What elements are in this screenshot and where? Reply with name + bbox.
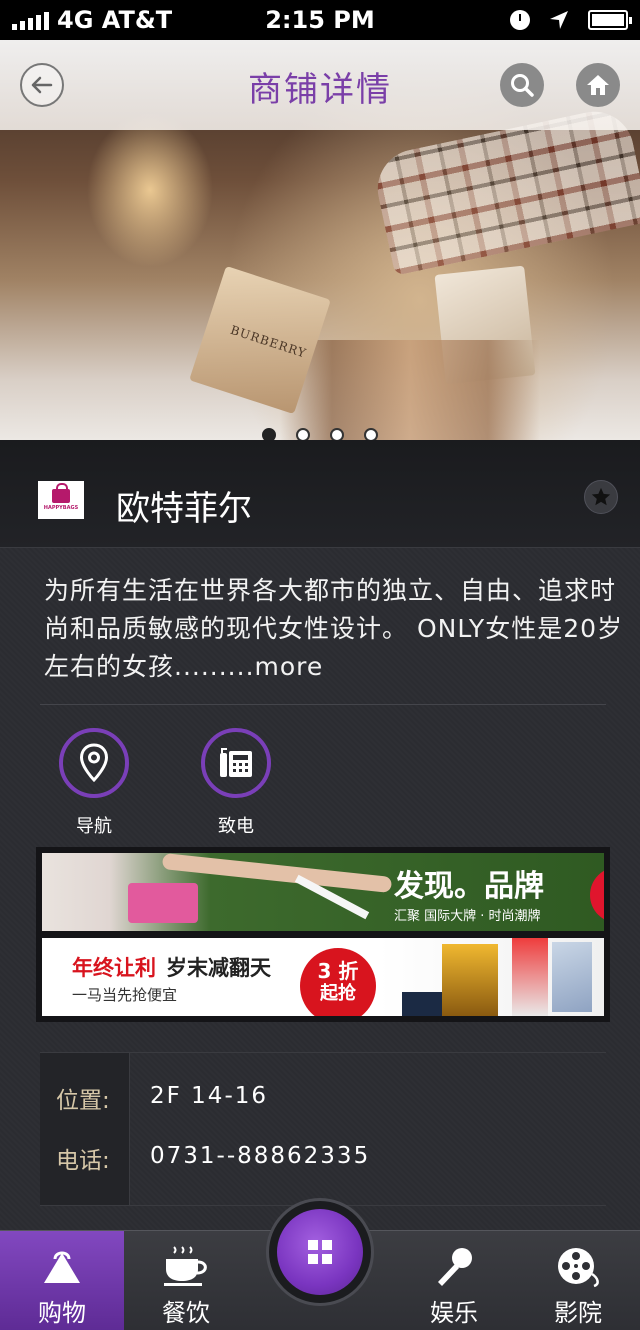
carousel-dot-1[interactable] (262, 428, 276, 440)
tab-entertainment-label: 娱乐 (430, 1299, 478, 1327)
carrier-label: 4G AT&T (57, 6, 173, 34)
location-value: 2F 14-16 (150, 1083, 269, 1109)
store-name: 欧特菲尔 (116, 489, 252, 529)
more-link[interactable]: more (255, 652, 324, 681)
carousel-pagination (0, 428, 640, 440)
carousel-dot-2[interactable] (296, 428, 310, 440)
tablet-image (442, 944, 498, 1016)
discount-text: 3 折 (317, 959, 359, 983)
coffee-cup-icon (164, 1246, 207, 1286)
call-circle[interactable] (201, 728, 271, 798)
ad2-title-red: 年终让利 (72, 956, 156, 980)
search-icon (511, 74, 534, 97)
discount-badge: 3 折 起抢 (300, 948, 376, 1016)
ad2-subtitle: 一马当先抢便宜 (72, 986, 178, 1004)
tab-cinema-label: 影院 (554, 1299, 602, 1327)
info-label-column (40, 1053, 130, 1205)
page-title: 商铺详情 (248, 70, 392, 110)
tab-shopping-label: 购物 (38, 1299, 86, 1327)
bag-brand-text: BURBERRY (228, 322, 309, 361)
phone-box-image (512, 938, 548, 1016)
film-reel-icon (558, 1248, 599, 1288)
handbag-icon (52, 483, 70, 503)
phone-image (552, 942, 592, 1012)
discount-subtext: 起抢 (320, 983, 356, 1004)
description-text: 为所有生活在世界各大都市的独立、自由、追求时尚和品质敏感的现代女性设计。 ONL… (44, 576, 624, 681)
menu-center-button[interactable] (266, 1198, 374, 1306)
navigate-circle[interactable] (59, 728, 129, 798)
phone-label: 电话: (56, 1148, 110, 1174)
star-icon (591, 487, 611, 506)
call-button[interactable]: 致电 (186, 728, 286, 838)
home-button[interactable] (576, 63, 620, 107)
ad1-subtitle: 汇聚 国际大牌 · 时尚潮牌 (394, 909, 541, 924)
phone-value[interactable]: 0731--88862335 (150, 1143, 370, 1169)
favorite-button[interactable] (584, 480, 618, 514)
logo-text: HAPPYBAGS (43, 505, 79, 511)
search-button[interactable] (500, 63, 544, 107)
model-image (280, 340, 540, 440)
tab-shopping[interactable]: 购物 (0, 1231, 124, 1330)
microphone-icon (438, 1248, 472, 1286)
tab-dining-label: 餐饮 (162, 1299, 210, 1327)
brand-ad-banner[interactable]: 发现。品牌 汇聚 国际大牌 · 时尚潮牌 (42, 853, 604, 931)
navigate-label: 导航 (76, 816, 112, 837)
tab-cinema[interactable]: 影院 (516, 1231, 640, 1330)
ad1-tag (590, 867, 604, 923)
tab-dining[interactable]: 餐饮 (124, 1231, 248, 1330)
grid-icon (308, 1240, 332, 1264)
store-info: 位置: 2F 14-16 电话: 0731--88862335 (40, 1052, 606, 1206)
telephone-icon (220, 748, 252, 777)
store-detail: HAPPYBAGS 欧特菲尔 为所有生活在世界各大都市的独立、自由、追求时尚和品… (0, 440, 640, 1230)
call-label: 致电 (218, 816, 254, 837)
location-arrow-icon (550, 11, 568, 29)
navigate-button[interactable]: 导航 (44, 728, 144, 838)
home-icon (587, 75, 609, 95)
status-bar: 4G AT&T 2:15 PM (0, 0, 640, 40)
battery-icon (588, 10, 632, 30)
shopping-bag-icon (44, 1251, 80, 1283)
sale-ad-banner[interactable]: 年终让利 岁末减翻天 一马当先抢便宜 3 折 起抢 (42, 938, 604, 1016)
back-arrow-icon (31, 76, 53, 94)
ad1-title: 发现。品牌 (394, 869, 544, 904)
signal-icon (12, 10, 49, 30)
back-button[interactable] (20, 63, 64, 107)
alarm-clock-icon (510, 10, 530, 30)
store-description: 为所有生活在世界各大都市的独立、自由、追求时尚和品质敏感的现代女性设计。 ONL… (44, 572, 624, 686)
menu-center-inner[interactable] (277, 1209, 363, 1295)
tab-entertainment[interactable]: 娱乐 (392, 1231, 516, 1330)
carousel-dot-3[interactable] (330, 428, 344, 440)
ad2-title-black: 岁末减翻天 (166, 956, 271, 980)
carousel-dot-4[interactable] (364, 428, 378, 440)
nav-bar: 商铺详情 (0, 40, 640, 130)
location-label: 位置: (56, 1088, 110, 1114)
ad-banners: 发现。品牌 汇聚 国际大牌 · 时尚潮牌 年终让利 岁末减翻天 一马当先抢便宜 … (36, 847, 610, 1022)
store-header: HAPPYBAGS 欧特菲尔 (0, 440, 640, 548)
map-pin-icon (79, 743, 109, 783)
divider (40, 704, 606, 705)
pink-handbag-image (128, 883, 198, 923)
store-logo: HAPPYBAGS (38, 481, 84, 519)
